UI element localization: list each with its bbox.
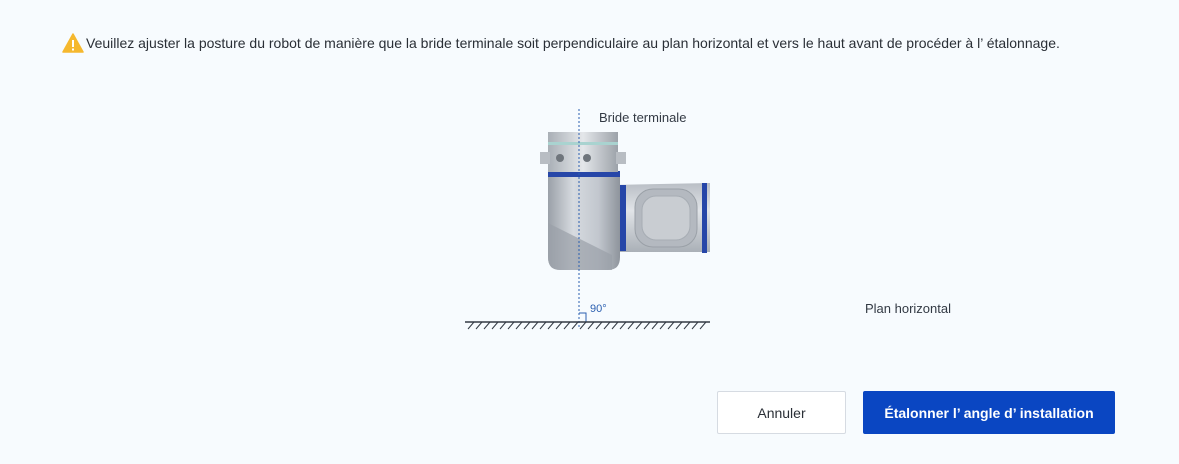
calibration-dialog: Veuillez ajuster la posture du robot de …: [0, 0, 1179, 464]
instruction-notice: Veuillez ajuster la posture du robot de …: [62, 33, 1060, 53]
warning-icon: [62, 33, 84, 53]
angle-label: 90°: [590, 303, 607, 315]
plane-label: Plan horizontal: [865, 301, 951, 316]
right-angle-marker: [579, 312, 587, 322]
cancel-button[interactable]: Annuler: [717, 391, 846, 434]
posture-diagram: Bride terminale 90° Plan horizontal: [460, 105, 980, 340]
robot-arm: [610, 183, 710, 253]
ground-plane: [465, 321, 710, 330]
flange-label: Bride terminale: [599, 110, 687, 125]
robot-wrist: [540, 132, 626, 270]
calibrate-angle-button[interactable]: Étalonner l’ angle d’ installation: [863, 391, 1115, 434]
instruction-text: Veuillez ajuster la posture du robot de …: [86, 35, 1060, 51]
